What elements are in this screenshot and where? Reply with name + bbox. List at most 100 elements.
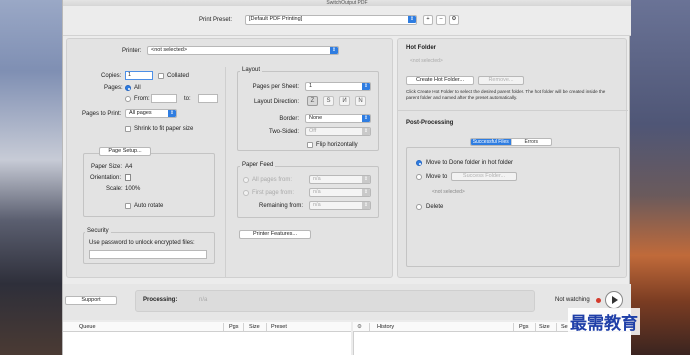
delete-label: Delete [426, 204, 444, 210]
history-size-column[interactable]: Size [539, 322, 550, 332]
scale-label: Scale: [106, 186, 123, 192]
auto-rotate-checkbox[interactable] [125, 203, 131, 209]
history-column[interactable]: History [377, 322, 394, 332]
processing-box [135, 290, 535, 312]
layout-title: Layout [240, 67, 263, 73]
shrink-checkbox[interactable] [125, 126, 131, 132]
move-to-path: <not selected> [432, 189, 465, 195]
chevron-down-icon: ⇕ [330, 47, 338, 54]
printer-value: <not selected> [151, 47, 188, 53]
gear-icon[interactable]: ⚙ [449, 15, 459, 25]
border-label: Border: [279, 116, 299, 122]
processing-label: Processing: [143, 297, 178, 303]
printer-select[interactable]: <not selected> ⇕ [147, 46, 339, 55]
pages-label: Pages: [104, 85, 123, 91]
password-field[interactable] [89, 250, 207, 259]
print-preset-label: Print Preset: [199, 17, 233, 23]
pages-per-sheet-label: Pages per Sheet: [252, 84, 299, 90]
copies-label: Copies: [101, 73, 122, 79]
security-title: Security [85, 228, 111, 234]
watermark-logo: 最需教育 [568, 308, 640, 335]
first-page-from-radio[interactable] [243, 190, 249, 196]
tab-errors[interactable]: Errors [512, 139, 552, 145]
chevron-down-icon: ⇕ [168, 110, 176, 117]
all-pages-from-label: All pages from: [252, 177, 293, 183]
direction-z-icon[interactable]: Z [307, 96, 318, 106]
remaining-from-select[interactable]: n/a ⇕ [309, 201, 371, 210]
pages-to-print-select[interactable]: All pages ⇕ [125, 109, 177, 118]
two-sided-label: Two-Sided: [268, 129, 299, 135]
pages-to-print-value: All pages [129, 110, 152, 116]
pages-per-sheet-select[interactable]: 1 ⇕ [305, 82, 371, 91]
status-dot-icon [596, 298, 601, 303]
preset-column[interactable]: Preset [271, 322, 287, 332]
all-pages-from-value: n/a [313, 176, 321, 182]
history-preset-column[interactable]: Se [561, 322, 568, 332]
first-page-from-value: n/a [313, 189, 321, 195]
hot-folder-title: Hot Folder [406, 45, 436, 51]
remove-preset-button[interactable]: – [436, 15, 446, 25]
password-label: Use password to unlock encrypted files: [89, 240, 195, 246]
direction-n-icon[interactable]: N [355, 96, 366, 106]
preset-toolbar: Print Preset: [Default PDF Printing] ⇕ +… [63, 6, 631, 36]
size-column[interactable]: Size [249, 322, 260, 332]
chevron-down-icon: ⇕ [362, 189, 370, 196]
print-preset-select[interactable]: [Default PDF Printing] ⇕ [245, 15, 417, 25]
shrink-label: Shrink to fit paper size [134, 126, 194, 132]
post-processing-tabs: Successful Files Errors [470, 138, 552, 146]
all-pages-from-radio[interactable] [243, 177, 249, 183]
pages-from-label: From: [134, 96, 150, 102]
play-icon[interactable] [605, 291, 623, 309]
printer-label: Printer: [122, 48, 142, 54]
copies-field[interactable]: 1 [125, 71, 153, 80]
first-page-from-label: First page from: [252, 190, 295, 196]
remaining-from-label: Remaining from: [258, 203, 303, 209]
chevron-down-icon: ⇕ [362, 83, 370, 90]
direction-reverse-n-icon[interactable]: И [339, 96, 350, 106]
page-setup-button[interactable]: Page Setup... [99, 147, 151, 156]
success-folder-button[interactable]: Success Folder... [451, 172, 517, 181]
history-pages-column[interactable]: Pgs [519, 322, 528, 332]
scale-value: 100% [125, 186, 141, 192]
not-watching-label: Not watching [555, 297, 590, 303]
chevron-down-icon: ⇕ [362, 128, 370, 135]
print-preset-value: [Default PDF Printing] [249, 16, 303, 22]
add-preset-button[interactable]: + [423, 15, 433, 25]
pages-all-label: All [134, 85, 141, 91]
collated-checkbox[interactable] [158, 73, 164, 79]
two-sided-value: Off [309, 128, 317, 134]
processing-value: n/a [199, 297, 208, 303]
paper-size-label: Paper Size: [91, 164, 123, 170]
two-sided-select[interactable]: Off ⇕ [305, 127, 371, 136]
pages-range-radio[interactable] [125, 96, 131, 102]
chevron-down-icon: ⇕ [408, 16, 416, 23]
desktop-wallpaper-left [0, 0, 62, 355]
border-select[interactable]: None ⇕ [305, 114, 371, 123]
pages-from-field[interactable] [151, 94, 177, 103]
pages-all-radio[interactable] [125, 85, 131, 91]
app-window: SwitchOutput PDF Print Preset: [Default … [62, 0, 631, 355]
remove-hot-folder-button[interactable]: Remove... [478, 76, 524, 85]
move-done-radio[interactable] [416, 160, 422, 166]
queue-column[interactable]: Queue [79, 322, 96, 332]
delete-radio[interactable] [416, 204, 422, 210]
first-page-from-select[interactable]: n/a ⇕ [309, 188, 371, 197]
move-to-radio[interactable] [416, 174, 422, 180]
flip-horizontally-checkbox[interactable] [307, 142, 313, 148]
pages-column[interactable]: Pgs [229, 322, 238, 332]
queue-table-header: Queue Pgs Size Preset [63, 322, 351, 332]
chevron-down-icon: ⇕ [362, 176, 370, 183]
border-value: None [309, 115, 323, 121]
all-pages-from-select[interactable]: n/a ⇕ [309, 175, 371, 184]
security-group [83, 232, 215, 264]
support-button[interactable]: Support [65, 296, 117, 305]
create-hot-folder-button[interactable]: Create Hot Folder... [406, 76, 474, 85]
direction-s-icon[interactable]: S [323, 96, 334, 106]
tab-successful-files[interactable]: Successful Files [471, 139, 512, 145]
paper-size-value: A4 [125, 164, 133, 170]
move-to-label: Move to [426, 174, 448, 180]
desktop-wallpaper-right [630, 0, 690, 355]
gear-icon[interactable]: ⚙ [357, 322, 362, 332]
printer-features-button[interactable]: Printer Features... [239, 230, 311, 239]
pages-to-field[interactable] [198, 94, 218, 103]
